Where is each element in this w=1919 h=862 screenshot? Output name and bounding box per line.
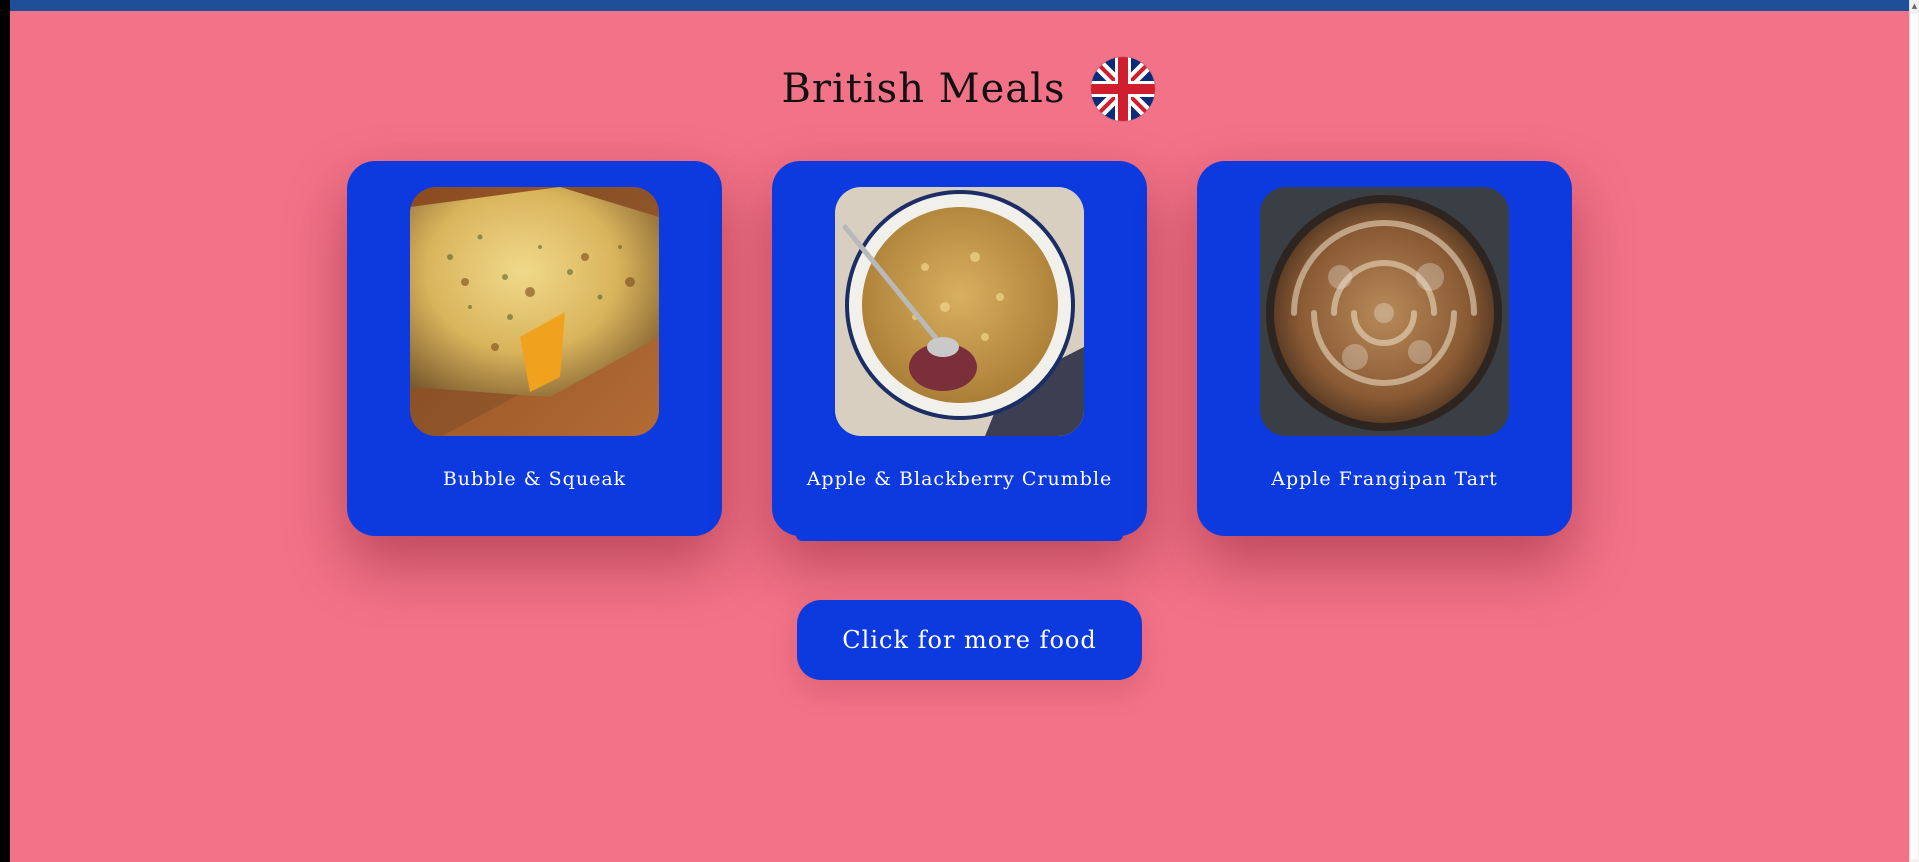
apple-frangipan-tart-photo <box>1260 187 1509 436</box>
vertical-scrollbar[interactable]: ▲ <box>1909 0 1919 862</box>
union-jack-flag-icon <box>1091 57 1156 121</box>
card-underline <box>796 535 1123 541</box>
page: British Meals Bubble & Squeak Apple & Bl… <box>10 11 1909 862</box>
page-header: British Meals <box>10 49 1909 129</box>
apple-blackberry-crumble-photo <box>835 187 1084 436</box>
meal-card-label: Apple & Blackberry Crumble <box>806 468 1113 490</box>
meal-card-label: Apple Frangipan Tart <box>1271 468 1498 490</box>
scrollbar-thumb[interactable] <box>1911 14 1918 859</box>
meal-card-label: Bubble & Squeak <box>442 468 627 490</box>
meal-card[interactable]: Apple Frangipan Tart <box>1197 161 1572 536</box>
top-bar <box>10 0 1909 11</box>
meal-card[interactable]: Apple & Blackberry Crumble <box>772 161 1147 541</box>
more-food-button[interactable]: Click for more food <box>797 600 1142 680</box>
meal-card[interactable]: Bubble & Squeak <box>347 161 722 536</box>
bubble-and-squeak-photo <box>410 187 659 436</box>
scroll-up-arrow-icon[interactable]: ▲ <box>1910 0 1919 12</box>
meal-cards: Bubble & Squeak Apple & Blackberry Crumb… <box>10 161 1909 541</box>
window-left-edge <box>0 0 10 862</box>
page-title: British Meals <box>781 66 1066 112</box>
